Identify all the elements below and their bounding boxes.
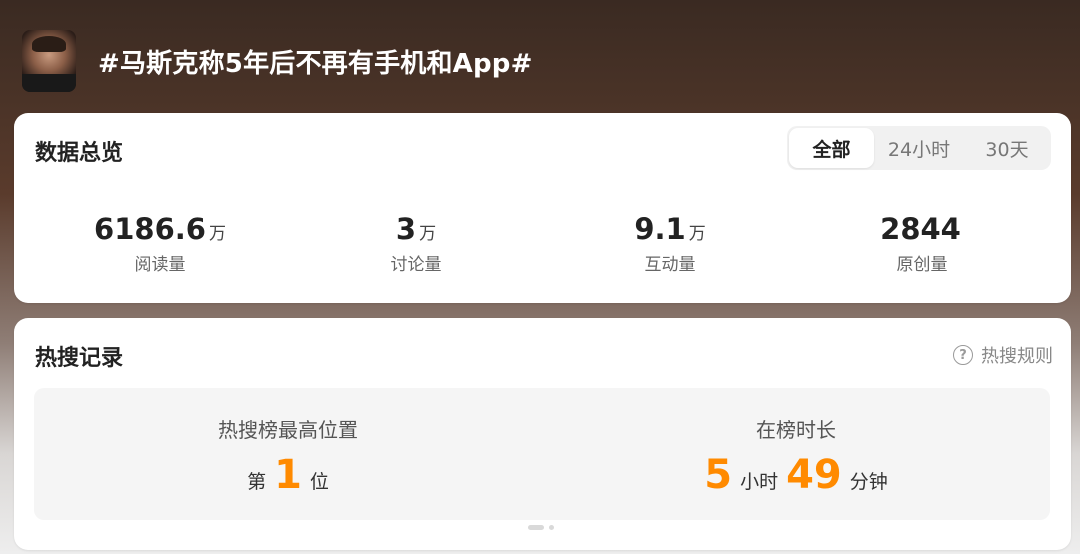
stat-label: 互动量 xyxy=(644,255,696,275)
topic-title: #马斯克称5年后不再有手机和App# xyxy=(98,49,533,79)
duration-hours: 5 xyxy=(704,452,733,498)
stats-row: 6186.6 万 阅读量 3万 讨论量 9.1 万 互动量 2844 原创量 xyxy=(14,209,1071,279)
stat-label: 讨论量 xyxy=(390,255,442,275)
stat-value: 9.1 万 xyxy=(540,209,800,254)
stat-number: 6186.6 xyxy=(94,212,206,246)
rules-label: 热搜规则 xyxy=(981,346,1053,367)
stat-label: 阅读量 xyxy=(134,255,186,275)
duration-hours-unit: 小时 xyxy=(740,471,779,493)
pager-dots xyxy=(528,525,554,530)
stat-originals: 2844 原创量 xyxy=(792,209,1052,276)
stat-value: 2844 xyxy=(792,209,1052,254)
topic-avatar xyxy=(22,30,76,92)
peak-value-row: 第 1 位 xyxy=(34,453,542,497)
duration-heading: 在榜时长 xyxy=(756,418,836,442)
stat-unit: 万 xyxy=(419,224,437,244)
hot-search-rules-link[interactable]: ? 热搜规则 xyxy=(953,342,1053,368)
stat-unit: 万 xyxy=(688,224,706,244)
peak-suffix: 位 xyxy=(309,471,329,493)
overview-title: 数据总览 xyxy=(35,141,124,166)
hot-search-record-box: 热搜榜最高位置 第 1 位 在榜时长 5 小时 49 分钟 xyxy=(34,388,1050,520)
question-circle-icon: ? xyxy=(953,345,973,365)
hot-search-title: 热搜记录 xyxy=(35,346,124,371)
overview-card: 数据总览 全部 24小时 30天 6186.6 万 阅读量 3万 讨论量 9.1 万… xyxy=(14,113,1071,303)
stat-unit: 万 xyxy=(208,224,226,244)
peak-value: 1 xyxy=(274,452,302,498)
peak-position: 热搜榜最高位置 第 1 位 xyxy=(34,414,542,497)
time-range-tabs: 全部 24小时 30天 xyxy=(787,126,1051,170)
duration-on-list: 在榜时长 5 小时 49 分钟 xyxy=(542,414,1050,497)
tab-30d[interactable]: 30天 xyxy=(964,128,1050,168)
peak-heading: 热搜榜最高位置 xyxy=(218,418,358,442)
hot-search-card: 热搜记录 ? 热搜规则 热搜榜最高位置 第 1 位 在榜时长 5 小时 49 分… xyxy=(14,318,1071,550)
avatar-suit xyxy=(22,74,76,92)
stat-number: 2844 xyxy=(880,212,961,246)
stat-number: 3 xyxy=(395,212,417,246)
stat-value: 3万 xyxy=(286,209,546,254)
avatar-hair xyxy=(32,36,66,52)
peak-prefix: 第 xyxy=(247,471,267,493)
duration-minutes: 49 xyxy=(786,452,842,498)
duration-minutes-unit: 分钟 xyxy=(849,471,888,493)
pager-dot xyxy=(549,525,554,530)
pager-dot-active xyxy=(528,525,544,530)
stat-interactions: 9.1 万 互动量 xyxy=(540,209,800,276)
tab-all[interactable]: 全部 xyxy=(789,128,874,168)
stat-reads: 6186.6 万 阅读量 xyxy=(30,209,290,276)
stat-label: 原创量 xyxy=(896,255,948,275)
stat-value: 6186.6 万 xyxy=(30,209,290,254)
duration-value-row: 5 小时 49 分钟 xyxy=(542,453,1050,497)
tab-24h[interactable]: 24小时 xyxy=(874,128,964,168)
stat-discussions: 3万 讨论量 xyxy=(286,209,546,276)
stat-number: 9.1 xyxy=(634,212,686,246)
